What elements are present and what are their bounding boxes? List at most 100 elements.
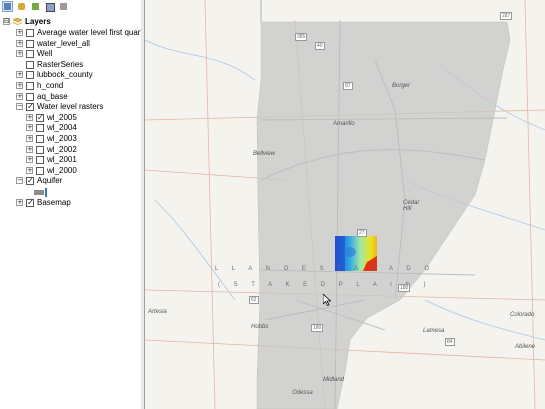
- city-cedar-hill: Cedar Hill: [403, 200, 420, 212]
- collapse-icon[interactable]: −: [16, 177, 23, 185]
- city-bellview: Bellview: [253, 151, 276, 157]
- layer-visibility-checkbox[interactable]: [26, 71, 34, 80]
- layer-row[interactable]: + wl_2002: [0, 145, 141, 155]
- layer-row[interactable]: + wl_2003: [0, 134, 141, 144]
- layers-root-row[interactable]: ⊟ Layers: [0, 17, 141, 27]
- layer-visibility-checkbox[interactable]: [36, 156, 44, 165]
- layer-label[interactable]: Basemap: [37, 198, 71, 208]
- layer-row[interactable]: − ✓ Water level rasters: [0, 102, 141, 112]
- highway-shield: 62: [249, 296, 259, 304]
- layer-row[interactable]: + Well: [0, 49, 141, 59]
- layer-label[interactable]: h_cond: [37, 81, 63, 91]
- layer-visibility-checkbox[interactable]: [26, 60, 34, 69]
- layer-visibility-checkbox[interactable]: ✓: [26, 198, 34, 207]
- city-abilene: Abilene: [515, 344, 536, 350]
- layer-label[interactable]: wl_2004: [47, 123, 77, 133]
- options-icon[interactable]: [58, 1, 69, 12]
- layer-row[interactable]: + h_cond: [0, 81, 141, 91]
- layers-root-label: Layers: [25, 17, 51, 26]
- expand-icon[interactable]: +: [26, 145, 33, 153]
- expand-icon[interactable]: +: [16, 198, 23, 206]
- layer-row[interactable]: + ✓ Basemap: [0, 198, 141, 208]
- highway-shield: 180: [311, 324, 324, 332]
- expand-icon[interactable]: +: [16, 39, 23, 47]
- toc-toolbar: [0, 0, 141, 14]
- expand-icon[interactable]: +: [16, 82, 23, 89]
- highway-shield: 27: [357, 229, 367, 237]
- layer-row[interactable]: [0, 187, 141, 197]
- layer-row[interactable]: RasterSeries: [0, 60, 141, 70]
- highway-shield: 40: [315, 42, 325, 50]
- expand-icon[interactable]: +: [16, 71, 23, 79]
- collapse-icon[interactable]: ⊟: [3, 18, 10, 25]
- expand-icon[interactable]: +: [26, 124, 33, 132]
- city-midland: Midland: [323, 377, 345, 383]
- layer-visibility-checkbox[interactable]: ✓: [26, 103, 34, 112]
- highway-shield: 87: [343, 82, 353, 90]
- highway-shield: 84: [445, 338, 455, 346]
- layer-row[interactable]: + wl_2004: [0, 123, 141, 133]
- highway-shield: 287: [500, 12, 513, 20]
- layer-label[interactable]: Aquifer: [37, 176, 62, 186]
- expand-icon[interactable]: +: [16, 92, 23, 100]
- layer-visibility-checkbox[interactable]: [36, 135, 44, 143]
- layer-visibility-checkbox[interactable]: [26, 50, 34, 59]
- list-by-drawing-order-icon[interactable]: [2, 1, 13, 12]
- expand-icon[interactable]: +: [16, 29, 23, 36]
- layer-label[interactable]: Water level rasters: [37, 102, 103, 112]
- layer-row[interactable]: + water_level_all: [0, 39, 141, 49]
- expand-icon[interactable]: +: [26, 135, 33, 142]
- city-artesia: Artesia: [148, 309, 167, 315]
- highway-shield: 180: [398, 284, 411, 292]
- city-hobbs: Hobbs: [251, 324, 269, 330]
- layer-label[interactable]: RasterSeries: [37, 60, 83, 70]
- city-borger: Borger: [392, 83, 411, 89]
- layer-label[interactable]: Well: [37, 49, 52, 59]
- map-view[interactable]: Amarillo Borger Bellview Cedar Hill Arte…: [145, 0, 545, 409]
- layer-row[interactable]: − ✓ Aquifer: [0, 176, 141, 186]
- layer-visibility-checkbox[interactable]: [36, 145, 44, 154]
- layer-visibility-checkbox[interactable]: [26, 92, 34, 101]
- expand-icon[interactable]: +: [26, 156, 33, 164]
- highway-shield: 385: [295, 33, 308, 41]
- layer-visibility-checkbox[interactable]: [36, 166, 44, 175]
- list-by-source-icon[interactable]: [16, 1, 27, 12]
- expand-icon[interactable]: +: [26, 113, 33, 121]
- city-lamesa: Lamesa: [423, 328, 445, 334]
- table-of-contents-panel: ⊟ Layers + Average water level first quar…: [0, 0, 142, 409]
- aquifer-legend-swatch: [34, 190, 44, 195]
- layer-row[interactable]: + aq_base: [0, 92, 141, 102]
- layer-row[interactable]: + wl_2000: [0, 166, 141, 176]
- expand-icon[interactable]: +: [26, 166, 33, 174]
- expand-icon[interactable]: +: [16, 50, 23, 58]
- layer-visibility-checkbox[interactable]: [26, 82, 34, 90]
- layer-row[interactable]: + Average water level first quarter (v: [0, 28, 141, 38]
- layer-visibility-checkbox[interactable]: ✓: [26, 177, 34, 186]
- layer-label[interactable]: Average water level first quarter (v: [37, 28, 141, 38]
- layer-label[interactable]: wl_2003: [47, 134, 77, 144]
- layer-row[interactable]: + ✓ wl_2005: [0, 113, 141, 123]
- list-by-visibility-icon[interactable]: [30, 1, 41, 12]
- layer-visibility-checkbox[interactable]: [36, 124, 44, 133]
- layer-row[interactable]: + lubbock_county: [0, 70, 141, 80]
- region-label-llano: L L A N O E S T A C A D O: [215, 266, 436, 272]
- layer-row[interactable]: + wl_2001: [0, 155, 141, 165]
- layer-label[interactable]: lubbock_county: [37, 70, 93, 80]
- legend-marker: [45, 188, 47, 197]
- layer-label[interactable]: wl_2001: [47, 155, 77, 165]
- layer-visibility-checkbox[interactable]: ✓: [36, 113, 44, 122]
- city-amarillo: Amarillo: [333, 121, 355, 127]
- list-by-selection-icon[interactable]: [44, 1, 55, 12]
- city-odessa: Odessa: [292, 390, 313, 396]
- layer-visibility-checkbox[interactable]: [26, 29, 34, 37]
- layer-label[interactable]: wl_2000: [47, 166, 77, 176]
- layer-label[interactable]: wl_2005: [47, 113, 77, 123]
- layer-label[interactable]: aq_base: [37, 92, 68, 102]
- city-colorado: Colorado: [510, 312, 535, 318]
- layer-visibility-checkbox[interactable]: [26, 39, 34, 48]
- layers-folder-icon: [12, 17, 23, 26]
- layer-label[interactable]: water_level_all: [37, 39, 90, 49]
- layer-label[interactable]: wl_2002: [47, 145, 77, 155]
- map-canvas[interactable]: [145, 0, 545, 409]
- collapse-icon[interactable]: −: [16, 103, 23, 111]
